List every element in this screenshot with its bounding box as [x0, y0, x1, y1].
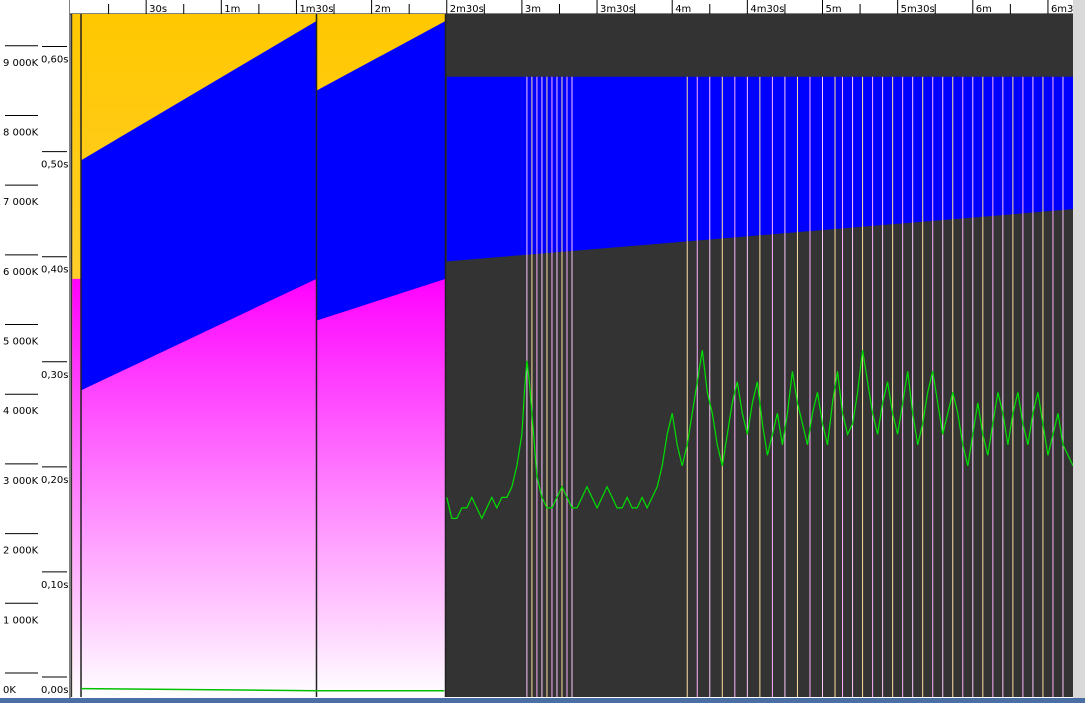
time-tick-label: 5m30s: [901, 4, 935, 15]
left-axis-panel: 0K 1 000K 2 000K 3 000K 4 000K 5 000K 6 000K 7 …: [0, 0, 71, 698]
memory-tick-label: 3 000K: [3, 476, 39, 487]
plot-area: [71, 14, 1073, 698]
horizontal-scrollbar[interactable]: [0, 698, 1085, 703]
pause-tick-label: 0,60s: [41, 55, 68, 66]
memory-tick-label: 5 000K: [3, 337, 39, 348]
time-tick-label: 4m30s: [750, 4, 784, 15]
memory-tick-label: 0K: [3, 685, 16, 696]
pause-tick-label: 0,50s: [41, 160, 68, 171]
memory-tick-label: 7 000K: [3, 197, 39, 208]
time-tick-label: 4m: [675, 4, 691, 15]
pause-tick-label: 0,00s: [41, 685, 68, 696]
left-axis-background: [0, 0, 70, 698]
time-tick-label: 1m30s: [299, 4, 333, 15]
memory-tick-label: 6 000K: [3, 267, 39, 278]
time-tick-label: 3m: [525, 4, 541, 15]
pause-tick-label: 0,30s: [41, 370, 68, 381]
vertical-scrollbar-track[interactable]: [1073, 0, 1085, 698]
time-tick-label: 5m: [826, 4, 842, 15]
pause-tick-label: 0,40s: [41, 265, 68, 276]
memory-tick-label: 4 000K: [3, 406, 39, 417]
time-tick-label: 30s: [149, 4, 167, 15]
time-axis: 30s 1m 1m30s 2m 2m30s 3m 3m30s 4m 4m30s 5m 5m30s 6m…: [70, 0, 1085, 15]
time-tick-label: 6m: [976, 4, 992, 15]
time-tick-label: 3m30s: [600, 4, 634, 15]
time-tick-label: 2m30s: [450, 4, 484, 15]
pause-tick-label: 0,20s: [41, 475, 68, 486]
gc-log-chart: 0K 1 000K 2 000K 3 000K 4 000K 5 000K 6 000K 7 …: [0, 0, 1085, 698]
memory-tick-label: 9 000K: [3, 58, 39, 69]
memory-tick-label: 8 000K: [3, 127, 39, 138]
old-gen-area: [72, 278, 82, 697]
time-tick-label: 1m: [224, 4, 240, 15]
pause-tick-label: 0,10s: [41, 580, 68, 591]
memory-tick-label: 1 000K: [3, 615, 39, 626]
old-gen-area: [316, 278, 446, 697]
time-tick-label: 2m: [375, 4, 391, 15]
memory-tick-label: 2 000K: [3, 546, 39, 557]
